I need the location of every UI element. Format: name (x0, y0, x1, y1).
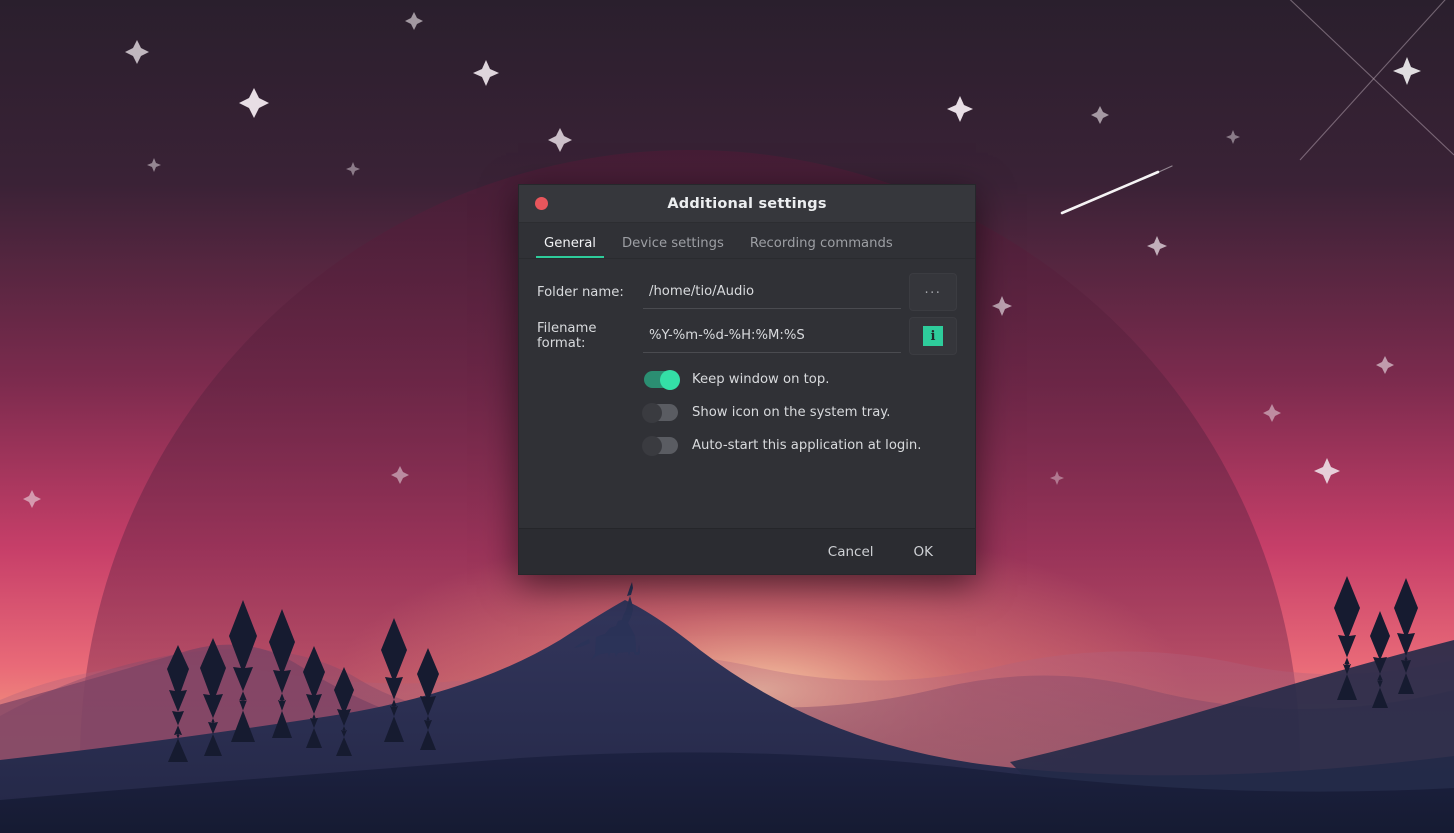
close-icon[interactable] (535, 197, 548, 210)
dialog-footer: Cancel OK (519, 528, 975, 574)
cancel-button[interactable]: Cancel (808, 536, 894, 568)
additional-settings-dialog: Additional settings General Device setti… (518, 184, 976, 575)
dialog-titlebar: Additional settings (519, 185, 975, 223)
auto-start-row: Auto-start this application at login. (519, 435, 975, 456)
browse-folder-button[interactable]: ... (909, 273, 957, 311)
tab-device-settings[interactable]: Device settings (609, 237, 737, 258)
system-tray-row: Show icon on the system tray. (519, 402, 975, 423)
filename-format-info-button[interactable]: i (909, 317, 957, 355)
keep-on-top-label: Keep window on top. (692, 372, 830, 387)
auto-start-toggle[interactable] (642, 435, 678, 456)
tab-recording-commands[interactable]: Recording commands (737, 237, 906, 258)
toggle-knob (660, 369, 680, 390)
toggle-knob (642, 435, 662, 456)
folder-name-row: Folder name: ... (519, 273, 975, 311)
toggle-knob (642, 402, 662, 423)
info-icon: i (923, 326, 943, 346)
ok-button[interactable]: OK (894, 536, 953, 568)
ellipsis-icon: ... (924, 281, 942, 297)
tab-bar: General Device settings Recording comman… (519, 223, 975, 259)
filename-format-label: Filename format: (537, 321, 597, 351)
auto-start-label: Auto-start this application at login. (692, 438, 922, 453)
system-tray-toggle[interactable] (642, 402, 678, 423)
tab-general[interactable]: General (531, 237, 609, 259)
system-tray-label: Show icon on the system tray. (692, 405, 891, 420)
dialog-body: Folder name: ... Filename format: i Keep… (519, 259, 975, 528)
dialog-title: Additional settings (667, 195, 827, 212)
keep-on-top-row: Keep window on top. (519, 369, 975, 390)
folder-name-label: Folder name: (537, 284, 624, 300)
folder-name-input[interactable] (643, 275, 901, 309)
filename-format-input[interactable] (643, 319, 901, 353)
filename-format-row: Filename format: i (519, 317, 975, 355)
keep-on-top-toggle[interactable] (644, 369, 680, 390)
